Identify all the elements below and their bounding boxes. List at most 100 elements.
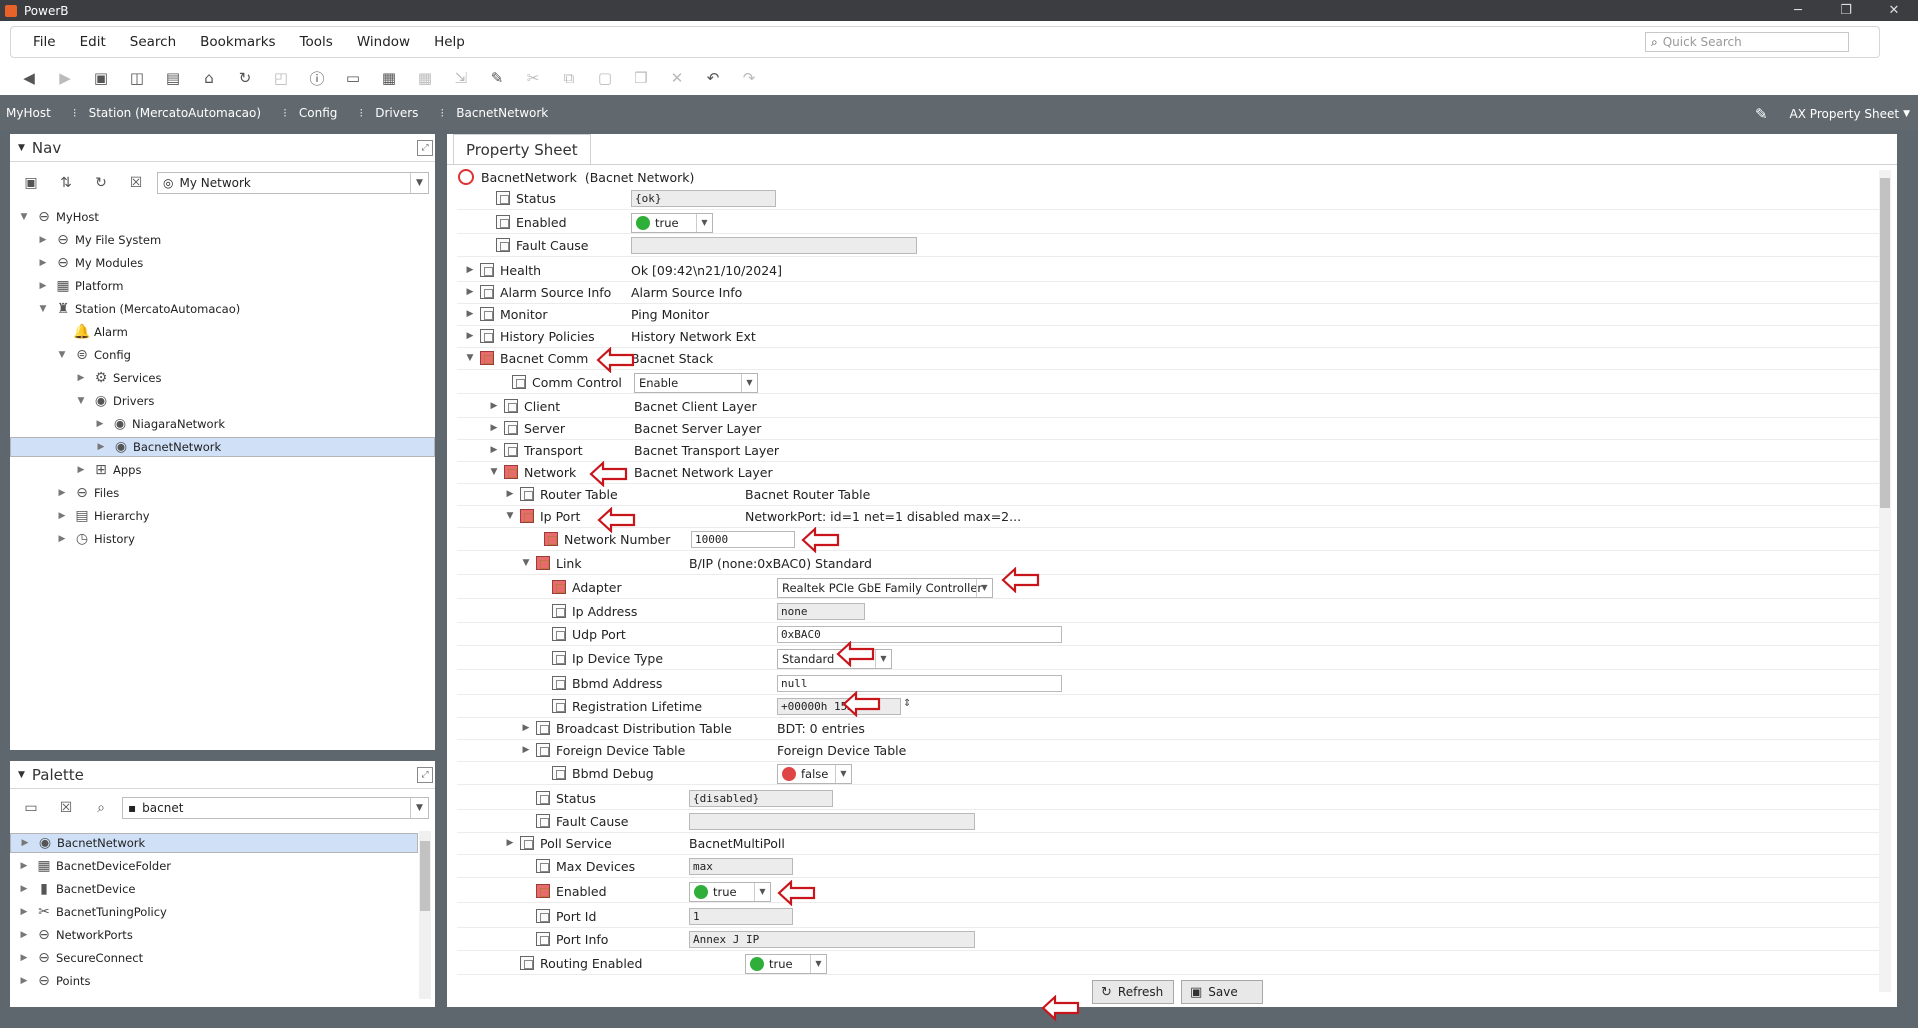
info-icon[interactable]: ⓘ	[304, 67, 330, 89]
expanded-arrow-icon[interactable]: ▼	[464, 353, 476, 363]
property-field-bbmd-address[interactable]: null	[777, 675, 1062, 692]
console-icon[interactable]: ▤	[160, 67, 186, 89]
save-button[interactable]: ▣ Save	[1181, 980, 1263, 1004]
expanded-arrow-icon[interactable]: ▼	[18, 212, 30, 222]
breadcrumb-bacnetnetwork[interactable]: BacnetNetwork	[456, 106, 548, 120]
property-field-fault-cause[interactable]	[689, 813, 975, 830]
maximize-panel-icon[interactable]: ⤢	[417, 140, 433, 156]
expand-arrow-icon[interactable]: ▶	[75, 465, 87, 475]
menu-edit[interactable]: Edit	[80, 34, 106, 50]
menu-help[interactable]: Help	[434, 34, 465, 50]
collapse-icon[interactable]: ▼	[18, 770, 25, 780]
scrollbar-thumb[interactable]	[1880, 178, 1890, 508]
tab-property-sheet[interactable]: Property Sheet	[453, 134, 591, 165]
property-field-udp-port[interactable]: 0xBAC0	[777, 626, 1062, 643]
export-icon[interactable]: ⇲	[448, 67, 474, 89]
property-select-comm-control[interactable]: Enable ▼	[634, 373, 758, 393]
expand-arrow-icon[interactable]: ▶	[464, 309, 476, 319]
nav-tree-item[interactable]: ▶ ▦ Platform	[10, 276, 435, 296]
expand-arrow-icon[interactable]: ▶	[37, 235, 49, 245]
nav-tree-item[interactable]: ▼ ◉ Drivers	[10, 391, 435, 411]
expanded-arrow-icon[interactable]: ▼	[504, 511, 516, 521]
open-palette-icon[interactable]: ▭	[22, 799, 40, 817]
breadcrumb-station[interactable]: Station (MercatoAutomacao)	[89, 106, 261, 120]
chevron-down-icon[interactable]: ▼	[410, 798, 428, 818]
chevron-down-icon[interactable]: ▼	[835, 765, 851, 783]
scrollbar-thumb[interactable]	[420, 841, 430, 911]
expand-arrow-icon[interactable]: ▶	[56, 488, 68, 498]
expanded-arrow-icon[interactable]: ▼	[520, 558, 532, 568]
menu-bookmarks[interactable]: Bookmarks	[200, 34, 275, 50]
sheet-scrollbar[interactable]	[1879, 170, 1891, 992]
expand-arrow-icon[interactable]: ▶	[95, 442, 107, 452]
new-folder-icon[interactable]: ▣	[22, 174, 40, 192]
maximize-panel-icon[interactable]: ⤢	[417, 767, 433, 783]
breadcrumb-config[interactable]: Config	[299, 106, 338, 120]
expand-arrow-icon[interactable]: ▶	[94, 419, 106, 429]
expand-arrow-icon[interactable]: ▶	[488, 401, 500, 411]
copy-icon[interactable]: ⧉	[556, 67, 582, 89]
nav-tree-item[interactable]: ▶ ◷ History	[10, 529, 435, 549]
chevron-down-icon[interactable]: ▼	[754, 883, 770, 901]
expand-arrow-icon[interactable]: ▶	[56, 511, 68, 521]
expanded-arrow-icon[interactable]: ▼	[75, 396, 87, 406]
view-selector[interactable]: AX Property Sheet	[1790, 107, 1900, 121]
property-select-routing-enabled[interactable]: true ▼	[745, 954, 827, 974]
property-field-port-id[interactable]: 1	[689, 908, 793, 925]
open-folder-icon[interactable]: ▭	[340, 67, 366, 89]
redo-icon[interactable]: ↷	[736, 67, 762, 89]
palette-item[interactable]: ▶ ⊖ SecureConnect	[10, 948, 418, 968]
property-select-bbmd-debug[interactable]: false ▼	[777, 764, 852, 784]
chevron-down-icon[interactable]: ▼	[741, 374, 757, 392]
property-field-max-devices[interactable]: max	[689, 858, 793, 875]
nav-tree-item[interactable]: ▶ ⊞ Apps	[10, 460, 435, 480]
property-field-status[interactable]: {disabled}	[689, 790, 833, 807]
property-select-adapter[interactable]: Realtek PCIe GbE Family Controller ▼	[777, 578, 993, 598]
undo-icon[interactable]: ↶	[700, 67, 726, 89]
palette-module-select[interactable]: ▪ bacnet ▼	[122, 797, 429, 819]
expand-arrow-icon[interactable]: ▶	[37, 258, 49, 268]
pencil-icon[interactable]: ✎	[1755, 105, 1768, 123]
side-bars-icon[interactable]: ◫	[124, 67, 150, 89]
breadcrumb-myhost[interactable]: MyHost	[6, 106, 51, 120]
property-field-registration-lifetime[interactable]: +00000h 15m 00s	[777, 698, 901, 715]
expand-arrow-icon[interactable]: ▶	[18, 907, 30, 917]
expand-arrow-icon[interactable]: ▶	[37, 281, 49, 291]
expand-arrow-icon[interactable]: ▶	[464, 331, 476, 341]
expand-arrow-icon[interactable]: ▶	[19, 838, 31, 848]
property-field-fault-cause[interactable]	[631, 237, 917, 254]
quick-search-input[interactable]: ⌕ Quick Search	[1645, 32, 1849, 52]
restore-button[interactable]: ❐	[1822, 3, 1870, 18]
palette-item[interactable]: ▶ ⊖ NetworkPorts	[10, 925, 418, 945]
property-field-network-number[interactable]: 10000	[691, 531, 795, 548]
expand-arrow-icon[interactable]: ▶	[75, 373, 87, 383]
spinner-icon[interactable]: ⇕	[903, 698, 911, 709]
duplicate-icon[interactable]: ❒	[628, 67, 654, 89]
delete-icon[interactable]: ✕	[664, 67, 690, 89]
nav-tree-item[interactable]: ▶ ⚙ Services	[10, 368, 435, 388]
palette-item[interactable]: ▶ ▮ BacnetDevice	[10, 879, 418, 899]
expand-arrow-icon[interactable]: ▶	[18, 953, 30, 963]
expanded-arrow-icon[interactable]: ▼	[488, 467, 500, 477]
chevron-down-icon[interactable]: ▼	[1903, 109, 1910, 119]
find-icon[interactable]: ⌕	[92, 799, 110, 817]
expand-arrow-icon[interactable]: ▶	[18, 976, 30, 986]
nav-tree-item[interactable]: ▶ ⊖ My File System	[10, 230, 435, 250]
expand-arrow-icon[interactable]: ▶	[488, 423, 500, 433]
chevron-down-icon[interactable]: ▼	[410, 173, 428, 193]
collapse-icon[interactable]: ▼	[18, 143, 25, 153]
property-select-enabled[interactable]: true ▼	[689, 882, 771, 902]
minimize-button[interactable]: ─	[1774, 3, 1822, 18]
expand-arrow-icon[interactable]: ▶	[504, 838, 516, 848]
refresh-button[interactable]: ↻ Refresh	[1092, 980, 1174, 1004]
nav-tree-item[interactable]: ▼ ♜ Station (MercatoAutomacao)	[10, 299, 435, 319]
edit-icon[interactable]: ✎	[484, 67, 510, 89]
nav-tree-item[interactable]: ▼ ⊖ MyHost	[10, 207, 435, 227]
menu-file[interactable]: File	[33, 34, 56, 50]
menu-window[interactable]: Window	[357, 34, 410, 50]
chevron-down-icon[interactable]: ▼	[976, 579, 992, 597]
close-palette-icon[interactable]: ☒	[57, 799, 75, 817]
network-select[interactable]: ◎ My Network ▼	[157, 172, 429, 194]
palette-item[interactable]: ▶ ▦ BacnetDeviceFolder	[10, 856, 418, 876]
expand-arrow-icon[interactable]: ▶	[504, 489, 516, 499]
